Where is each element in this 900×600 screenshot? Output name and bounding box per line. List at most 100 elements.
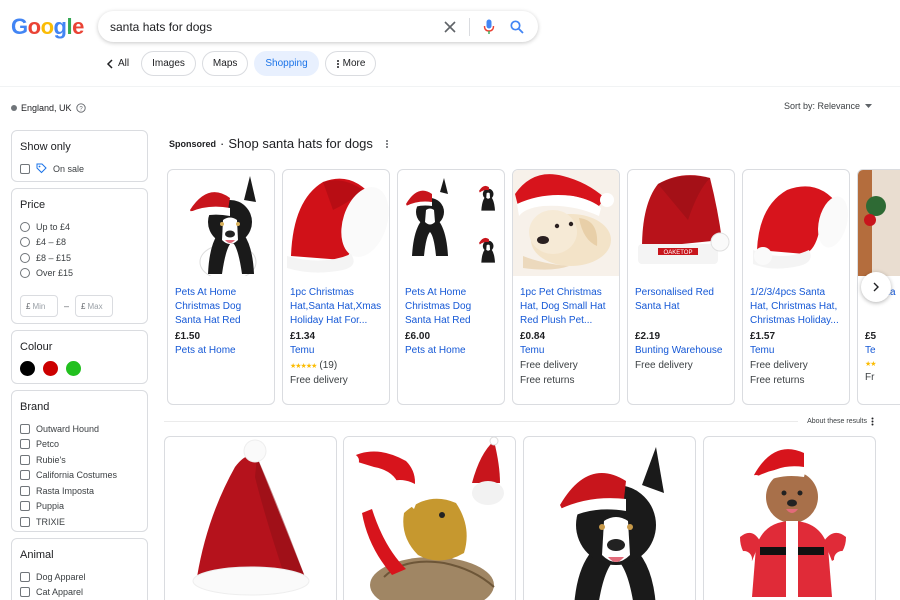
swatch-black[interactable] <box>20 361 35 376</box>
microphone-icon[interactable] <box>480 18 498 36</box>
checkbox[interactable] <box>20 485 30 496</box>
checkbox[interactable] <box>20 423 30 434</box>
checkbox[interactable] <box>20 454 30 465</box>
search-divider <box>469 17 470 36</box>
tab-all-label: All <box>118 58 130 69</box>
filter-animal: Animal Dog Apparel Cat Apparel <box>11 538 148 600</box>
filter-on-sale[interactable]: On sale <box>20 161 139 177</box>
brand-option[interactable]: Petco <box>20 437 139 453</box>
product-image[interactable] <box>858 170 900 276</box>
result-image[interactable] <box>165 437 337 600</box>
checkbox[interactable] <box>20 587 30 598</box>
location-dot-icon <box>11 105 17 111</box>
result-image[interactable] <box>344 437 516 600</box>
brand-option[interactable]: Puppia <box>20 499 139 515</box>
product-image[interactable]: OAKETOP <box>628 170 734 276</box>
chevron-left-icon <box>106 58 113 69</box>
product-title[interactable]: 1pc Christmas Hat,Santa Hat,Xmas Holiday… <box>290 286 382 328</box>
radio[interactable] <box>20 252 30 263</box>
product-image[interactable] <box>398 170 504 276</box>
product-seller[interactable]: Pets at Home <box>405 345 497 356</box>
filter-show-only: Show only On sale <box>11 130 148 182</box>
price-option[interactable]: £8 – £15 <box>20 250 139 266</box>
price-option[interactable]: £4 – £8 <box>20 235 139 251</box>
result-card[interactable] <box>523 436 696 600</box>
result-card[interactable] <box>164 436 337 600</box>
swatch-green[interactable] <box>66 361 81 376</box>
radio[interactable] <box>20 221 30 232</box>
about-results-label: About these results <box>807 418 867 425</box>
product-seller[interactable]: Pets at Home <box>175 345 267 356</box>
checkbox[interactable] <box>20 163 30 174</box>
result-image[interactable] <box>524 437 696 600</box>
animal-option[interactable]: Dog Apparel <box>20 569 139 585</box>
more-vert-icon[interactable] <box>385 139 389 149</box>
product-card[interactable]: 1pc Pet Christmas Hat, Dog Small Hat Red… <box>512 169 620 405</box>
caret-down-icon <box>865 103 872 108</box>
product-image[interactable] <box>168 170 274 276</box>
tab-images[interactable]: Images <box>141 51 196 76</box>
star-rating-icon: ★★ <box>865 361 877 368</box>
search-box[interactable] <box>98 11 538 42</box>
product-title[interactable]: 1pc Pet Christmas Hat, Dog Small Hat Red… <box>520 286 612 328</box>
brand-option[interactable]: California Costumes <box>20 468 139 484</box>
brand-option[interactable]: Outward Hound <box>20 421 139 437</box>
product-shipping: Free delivery <box>635 360 693 371</box>
product-seller[interactable]: Te <box>865 345 900 356</box>
clear-icon[interactable] <box>441 18 459 36</box>
product-title[interactable]: Personalised Red Santa Hat <box>635 286 727 328</box>
product-image[interactable] <box>743 170 849 276</box>
product-info: Personalised Red Santa Hat £2.19 Bunting… <box>628 276 734 371</box>
sort-dropdown[interactable]: Sort by: Relevance <box>784 101 872 111</box>
result-card[interactable] <box>703 436 876 600</box>
checkbox[interactable] <box>20 439 30 450</box>
product-card[interactable]: 1/2/3/4pcs Santa Hat, Christmas Hat, Chr… <box>742 169 850 405</box>
product-card[interactable]: Pets At Home Christmas Dog Santa Hat Red… <box>397 169 505 405</box>
brand-option[interactable]: TRIXIE <box>20 514 139 530</box>
product-seller[interactable]: Temu <box>750 345 842 356</box>
product-seller[interactable]: Temu <box>520 345 612 356</box>
brand-option[interactable]: Rasta Imposta <box>20 483 139 499</box>
product-image[interactable] <box>283 170 389 276</box>
tab-more[interactable]: More <box>324 51 377 76</box>
tab-shopping[interactable]: Shopping <box>254 51 319 76</box>
product-seller[interactable]: Bunting Warehouse <box>635 345 727 356</box>
animal-option[interactable]: Cat Apparel <box>20 585 139 600</box>
checkbox[interactable] <box>20 516 30 527</box>
checkbox[interactable] <box>20 501 30 512</box>
product-image[interactable] <box>513 170 619 276</box>
price-range: £ Min – £ Max <box>20 295 139 317</box>
product-card[interactable]: 1pc Christmas Hat,Santa Hat,Xmas Holiday… <box>282 169 390 405</box>
swatch-red[interactable] <box>43 361 58 376</box>
about-results[interactable]: About these results <box>807 417 874 426</box>
result-image[interactable] <box>704 437 876 600</box>
product-seller[interactable]: Temu <box>290 345 382 356</box>
product-card[interactable]: OAKETOP Personalised Red Santa Hat £2.19… <box>627 169 735 405</box>
price-option-label: Up to £4 <box>36 221 71 232</box>
search-input[interactable] <box>110 19 441 34</box>
filter-label: On sale <box>53 163 85 174</box>
brand-option[interactable]: Rubie's <box>20 452 139 468</box>
price-option[interactable]: Up to £4 <box>20 219 139 235</box>
price-min-field[interactable]: £ Min <box>20 295 58 317</box>
search-icon[interactable] <box>508 18 526 36</box>
radio[interactable] <box>20 268 30 279</box>
checkbox[interactable] <box>20 470 30 481</box>
tab-all[interactable]: All <box>100 51 135 76</box>
google-logo[interactable]: G o o g l e <box>11 14 84 40</box>
star-rating-icon: ★★★★★ <box>290 362 317 370</box>
product-title[interactable]: 1/2/3/4pcs Santa Hat, Christmas Hat, Chr… <box>750 286 842 328</box>
tab-maps[interactable]: Maps <box>201 51 249 76</box>
panel-title: Animal <box>20 549 54 561</box>
result-card[interactable] <box>343 436 516 600</box>
checkbox[interactable] <box>20 571 30 582</box>
price-max-field[interactable]: £ Max <box>75 295 114 317</box>
product-card[interactable]: Pets At Home Christmas Dog Santa Hat Red… <box>167 169 275 405</box>
product-title[interactable]: Pets At Home Christmas Dog Santa Hat Red… <box>405 286 497 328</box>
radio[interactable] <box>20 237 30 248</box>
product-title[interactable]: Pets At Home Christmas Dog Santa Hat Red <box>175 286 267 328</box>
carousel-next-button[interactable] <box>861 272 891 302</box>
help-icon[interactable]: ? <box>75 103 86 113</box>
price-option[interactable]: Over £15 <box>20 266 139 282</box>
logo-letter: g <box>53 14 67 39</box>
